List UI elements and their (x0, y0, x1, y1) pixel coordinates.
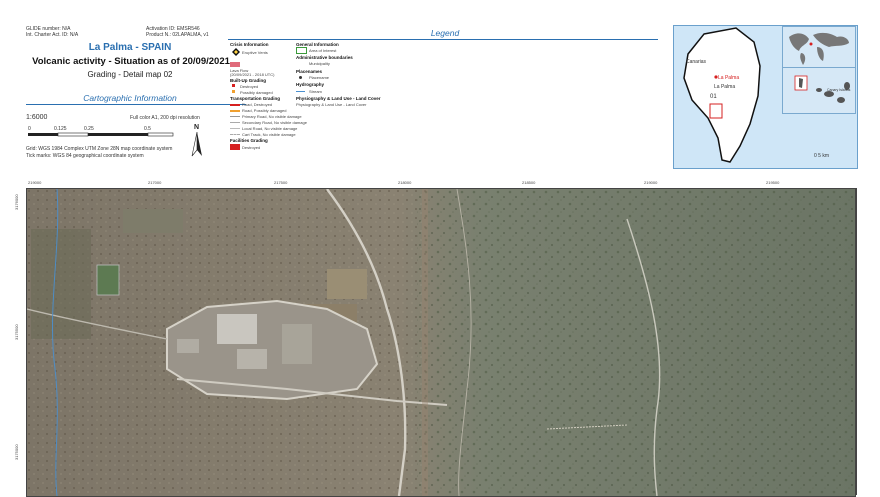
legend-left-column: Crisis Information Eruptive Vents Lava F… (230, 42, 307, 150)
local-road-swatch (230, 128, 240, 129)
tick-info: Tick marks: WGS 84 geographical coordina… (26, 153, 144, 159)
cart-track-swatch (230, 134, 240, 136)
stream-swatch (296, 91, 305, 92)
top-ticks: 219000 217000 217500 218000 218500 21900… (28, 180, 780, 185)
world-locator (782, 26, 856, 68)
damaged-building-swatch (232, 90, 235, 93)
left-tick-2: 3175500 (14, 324, 19, 340)
left-tick-1: 3176000 (14, 194, 19, 210)
product-number: Product N.: 02LAPALMA, v1 (146, 32, 209, 38)
map-name: Grading - Detail map 02 (87, 70, 173, 79)
satellite-map[interactable] (26, 188, 856, 497)
map-imagery (27, 189, 855, 496)
inset-map-number: 01 (710, 94, 717, 100)
canary-locator: Canary Islands (782, 67, 856, 114)
legend-heading: Legend (430, 28, 460, 38)
lava-flow-swatch (230, 62, 240, 67)
canary-islands-label: Canary Islands (827, 88, 851, 92)
inset-label-canarias: Canarias (686, 59, 707, 65)
world-map-icon (789, 32, 849, 65)
grid-info: Grid: WGS 1984 Complex UTM Zone 28N map … (26, 146, 173, 152)
map-scale: 1:6000 (26, 114, 48, 121)
map-title: La Palma - SPAIN (88, 42, 172, 53)
scale-bar (28, 132, 174, 137)
right-frame-ticks (856, 188, 863, 495)
charter-id: Int. Charter Act. ID: N/A (26, 32, 79, 38)
print-format: Full color A1, 200 dpi resolution (130, 115, 200, 121)
inset-scale: 0 5 km (814, 153, 830, 159)
aoi-swatch (296, 47, 307, 54)
inset-label-lapalma: La Palma (718, 75, 740, 81)
primary-road-swatch (230, 116, 240, 117)
inset-label-town: La Palma (714, 84, 736, 90)
placename-icon (299, 76, 302, 79)
cartographic-heading: Cartographic Information (83, 93, 177, 103)
road-damaged-swatch (230, 110, 240, 112)
north-label: N (194, 124, 200, 131)
facility-destroyed-swatch (230, 144, 240, 150)
map-subtitle: Volcanic activity - Situation as of 20/0… (32, 56, 230, 67)
cartographic-rule (26, 104, 246, 105)
left-tick-3: 3175000 (14, 444, 19, 460)
legend-rule (228, 39, 658, 40)
legend-right-column: General Information Area of Interest Adm… (296, 42, 381, 107)
road-destroyed-swatch (230, 104, 240, 106)
north-arrow-icon (191, 132, 202, 157)
eruptive-vent-icon (232, 48, 240, 56)
secondary-road-swatch (230, 122, 240, 123)
destroyed-building-swatch (232, 84, 235, 87)
